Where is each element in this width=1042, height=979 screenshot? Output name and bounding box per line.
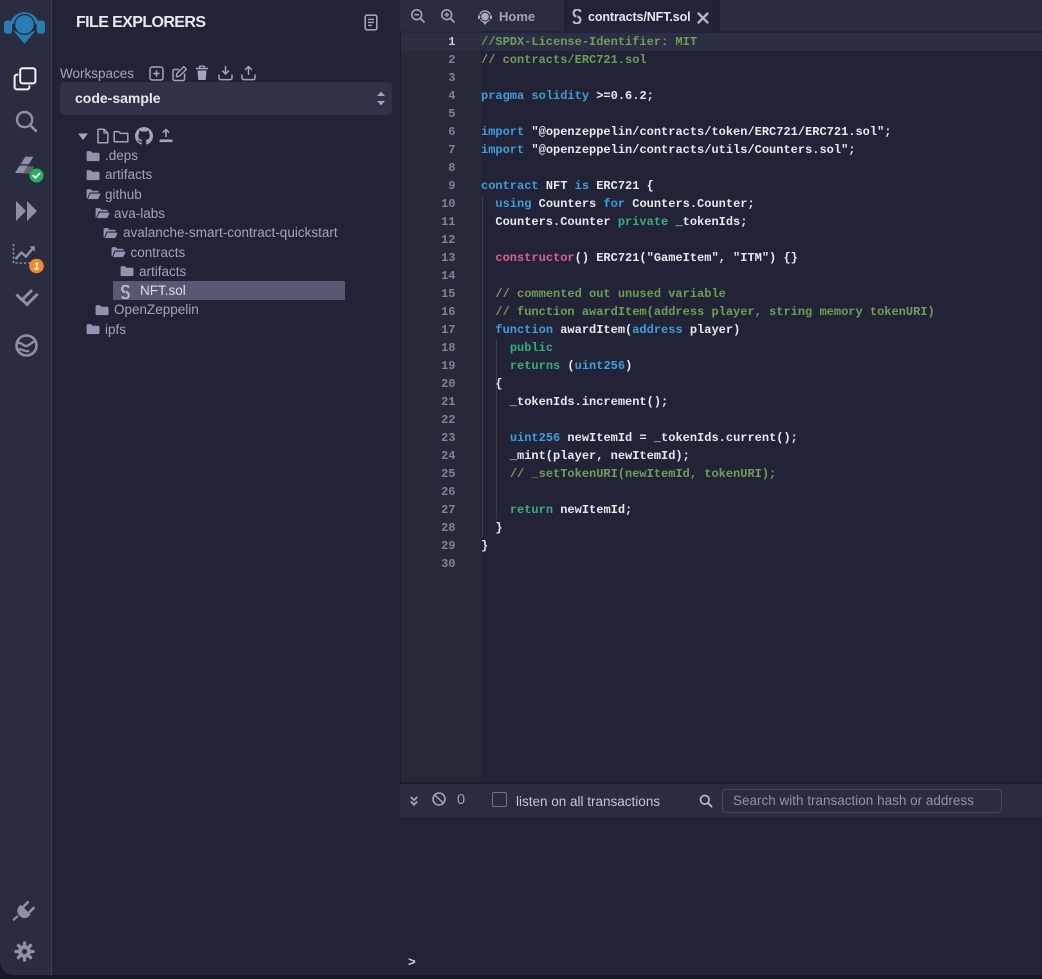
svg-text:1: 1 <box>34 262 40 273</box>
